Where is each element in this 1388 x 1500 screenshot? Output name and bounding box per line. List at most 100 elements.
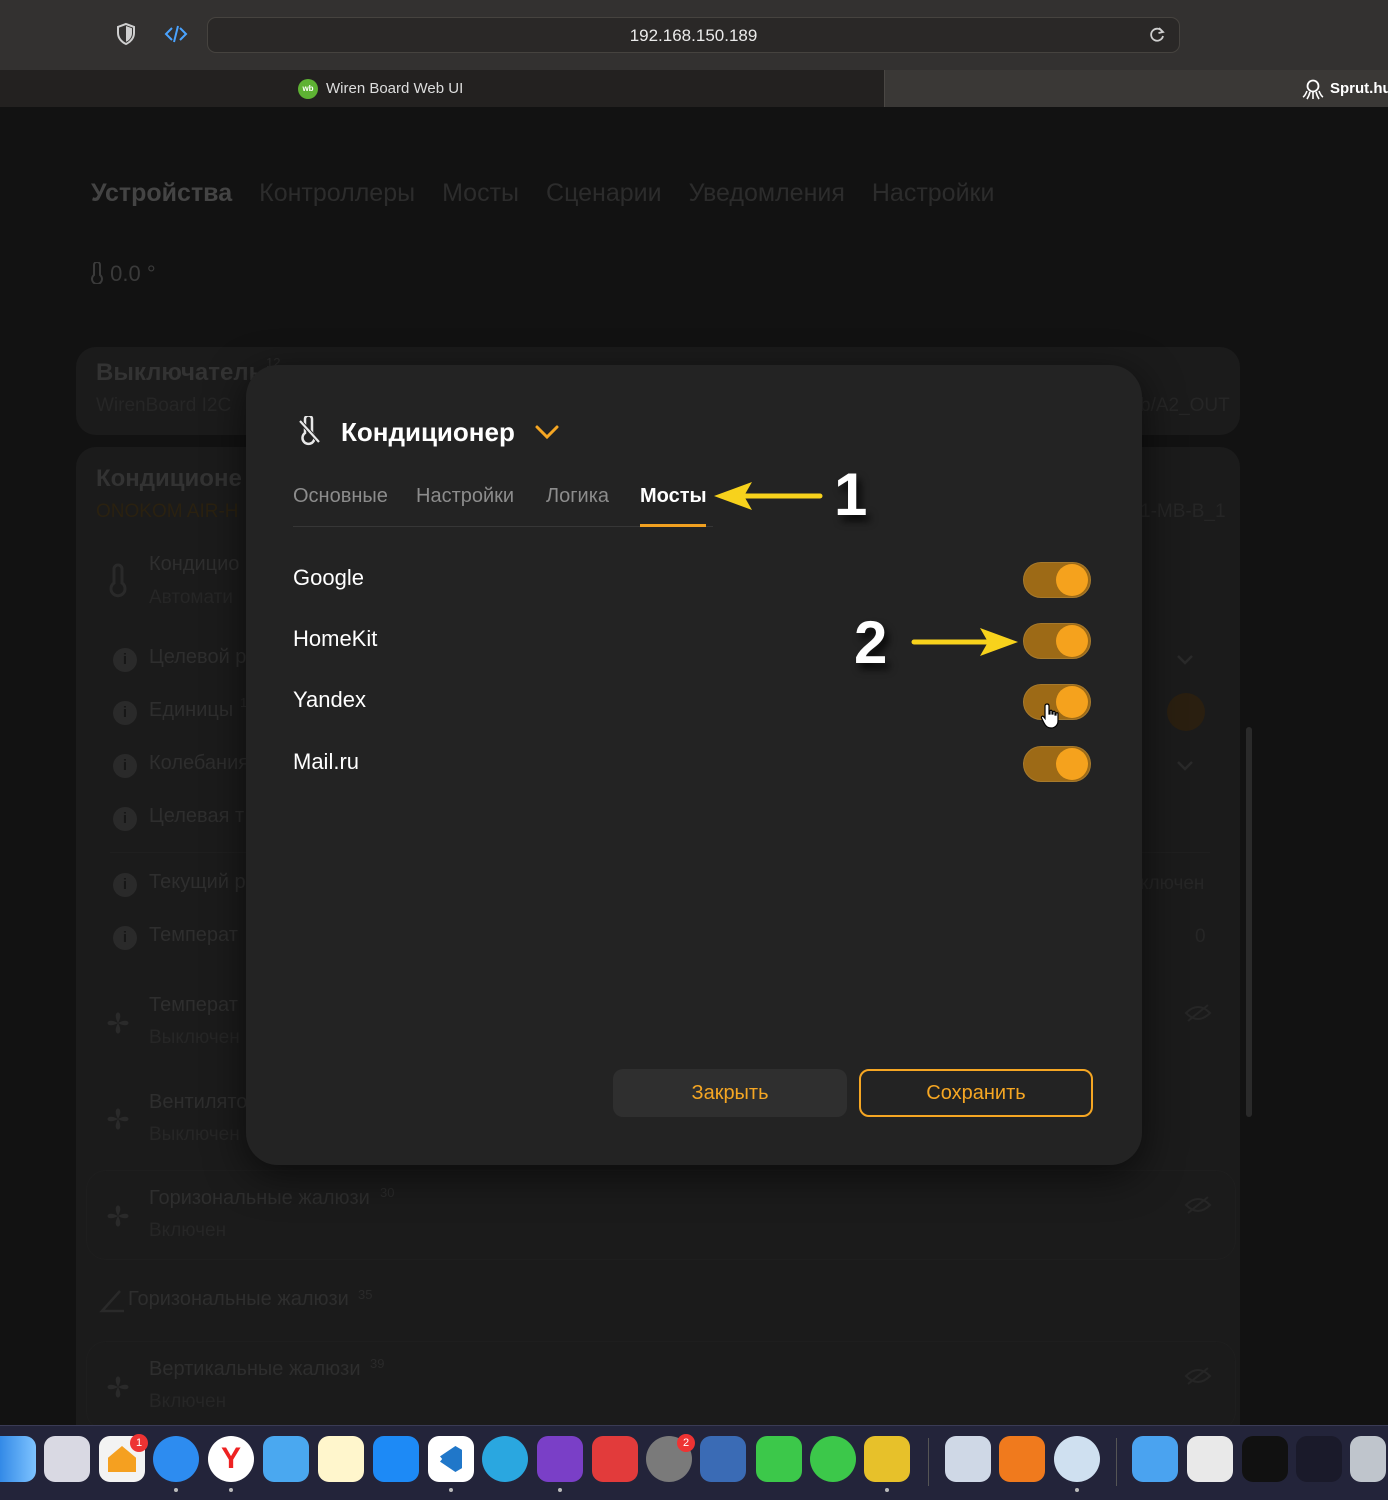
bg-row-sup: 39 (370, 1356, 385, 1371)
device-modal: Кондиционер Основные Настройки Логика Мо… (246, 365, 1142, 1165)
temperature-readout: 0.0 ° (90, 261, 156, 287)
chevron-down-icon (1177, 761, 1193, 771)
conditioner-card-topic: 1-MB-B_1 (1140, 501, 1226, 522)
shield-icon[interactable] (114, 22, 138, 46)
switch-card-topic: b/A2_OUT (1140, 395, 1230, 416)
eye-off-icon (1184, 1004, 1212, 1022)
folder-icon[interactable] (1132, 1436, 1178, 1482)
nav-controllers[interactable]: Контроллеры (259, 179, 415, 208)
macos-dock: 1 Y 2 (0, 1425, 1388, 1500)
switch-card-subtitle: WirenBoard I2C (96, 395, 232, 416)
fan-icon (107, 1012, 129, 1034)
terminal-thumbnail-icon[interactable] (1242, 1436, 1288, 1482)
save-button[interactable]: Сохранить (859, 1069, 1093, 1117)
bg-row-label: Колебания (149, 752, 250, 774)
info-icon: i (113, 701, 137, 725)
nav-notifications[interactable]: Уведомления (689, 179, 845, 208)
yandex-browser-icon[interactable]: Y (208, 1436, 254, 1482)
launchpad-icon[interactable] (44, 1436, 90, 1482)
fan-icon (107, 1376, 129, 1398)
close-button[interactable]: Закрыть (613, 1069, 847, 1117)
messages-icon[interactable] (810, 1436, 856, 1482)
system-settings-badge: 2 (677, 1434, 695, 1452)
vscode-icon[interactable] (428, 1436, 474, 1482)
bg-row-label: Температ (149, 994, 238, 1016)
annotation-number-2: 2 (854, 609, 888, 676)
wirenboard-favicon-icon: wb (298, 79, 318, 99)
telegram-icon[interactable] (482, 1436, 528, 1482)
bg-row-label: Текущий р (149, 871, 246, 893)
info-icon: i (113, 873, 137, 897)
main-nav: Устройства Контроллеры Мосты Сценарии Ув… (91, 179, 994, 208)
bg-row-sup: 35 (358, 1287, 373, 1302)
bridge-toggle-mailru[interactable] (1023, 746, 1091, 782)
bg-row-label: Горизональные жалюзи (149, 1187, 370, 1209)
tab-logic[interactable]: Логика (546, 485, 609, 508)
dock-separator (928, 1438, 929, 1486)
octopus-icon (1302, 79, 1324, 100)
chevron-down-icon[interactable] (534, 424, 560, 440)
tab-main[interactable]: Основные (293, 485, 388, 508)
browser-tab-wirenboard[interactable]: wb Wiren Board Web UI (0, 70, 885, 107)
modal-title: Кондиционер (341, 417, 515, 447)
chevron-down-icon (1177, 655, 1193, 665)
notes-icon[interactable] (318, 1436, 364, 1482)
snowflake-device-icon (109, 563, 127, 598)
bg-row-card (86, 1341, 1236, 1425)
fan-icon (107, 1205, 129, 1227)
browser-tab-bar: wb Wiren Board Web UI Sprut.hu (0, 70, 1388, 107)
toggle-knob (1056, 625, 1088, 657)
temperature-value: 0.0 ° (110, 261, 156, 286)
mail-icon[interactable] (263, 1436, 309, 1482)
toggle-knob (1056, 564, 1088, 596)
window-thumbnail-icon[interactable] (1296, 1436, 1342, 1482)
bg-row-sub: Выключен (149, 1027, 240, 1048)
anydesk-icon[interactable] (592, 1436, 638, 1482)
forklift-icon[interactable] (864, 1436, 910, 1482)
thermometer-icon (297, 416, 322, 446)
info-icon: i (113, 648, 137, 672)
dock-separator (1116, 1438, 1117, 1486)
info-icon: i (113, 926, 137, 950)
preview-icon[interactable] (945, 1436, 991, 1482)
quicktime-icon[interactable] (1054, 1436, 1100, 1482)
app-store-icon[interactable] (373, 1436, 419, 1482)
bg-row-sub: Автомати (149, 587, 233, 608)
window-thumbnail-icon[interactable] (1187, 1436, 1233, 1482)
bg-row-sub: Выключен (149, 1124, 240, 1145)
address-bar[interactable]: 192.168.150.189 (207, 17, 1180, 53)
code-icon[interactable] (164, 22, 188, 46)
running-indicator (885, 1488, 889, 1492)
drawio-icon[interactable] (999, 1436, 1045, 1482)
safari-icon[interactable] (153, 1436, 199, 1482)
finder-icon[interactable] (0, 1436, 36, 1482)
scrollbar[interactable] (1246, 727, 1252, 1117)
angle-icon (99, 1290, 124, 1313)
parallels-icon[interactable] (700, 1436, 746, 1482)
bg-row-card (86, 1170, 1236, 1260)
nav-scenarios[interactable]: Сценарии (546, 179, 662, 208)
trash-icon[interactable] (1350, 1436, 1386, 1482)
annotation-arrow-2 (911, 628, 1018, 656)
tab-settings[interactable]: Настройки (416, 485, 514, 508)
toggle-knob (1056, 748, 1088, 780)
bridge-toggle-homekit[interactable] (1023, 623, 1091, 659)
bg-row-label: Целевая т (149, 805, 245, 827)
reload-icon[interactable] (1147, 25, 1167, 45)
eye-off-icon (1184, 1367, 1212, 1385)
nav-settings[interactable]: Настройки (872, 179, 995, 208)
bridge-label-google: Google (293, 565, 364, 590)
nav-bridges[interactable]: Мосты (442, 179, 519, 208)
nav-devices[interactable]: Устройства (91, 179, 232, 208)
annotation-number-1: 1 (834, 461, 868, 528)
running-indicator (449, 1488, 453, 1492)
tab-bridges[interactable]: Мосты (640, 485, 707, 508)
bg-row-sub: Включен (149, 1220, 227, 1241)
active-tab-indicator (640, 524, 706, 527)
bg-row-sup: 30 (380, 1185, 395, 1200)
running-indicator (174, 1488, 178, 1492)
github-desktop-icon[interactable] (537, 1436, 583, 1482)
bg-row-label: Кондицио (149, 553, 240, 575)
facetime-icon[interactable] (756, 1436, 802, 1482)
bridge-toggle-google[interactable] (1023, 562, 1091, 598)
